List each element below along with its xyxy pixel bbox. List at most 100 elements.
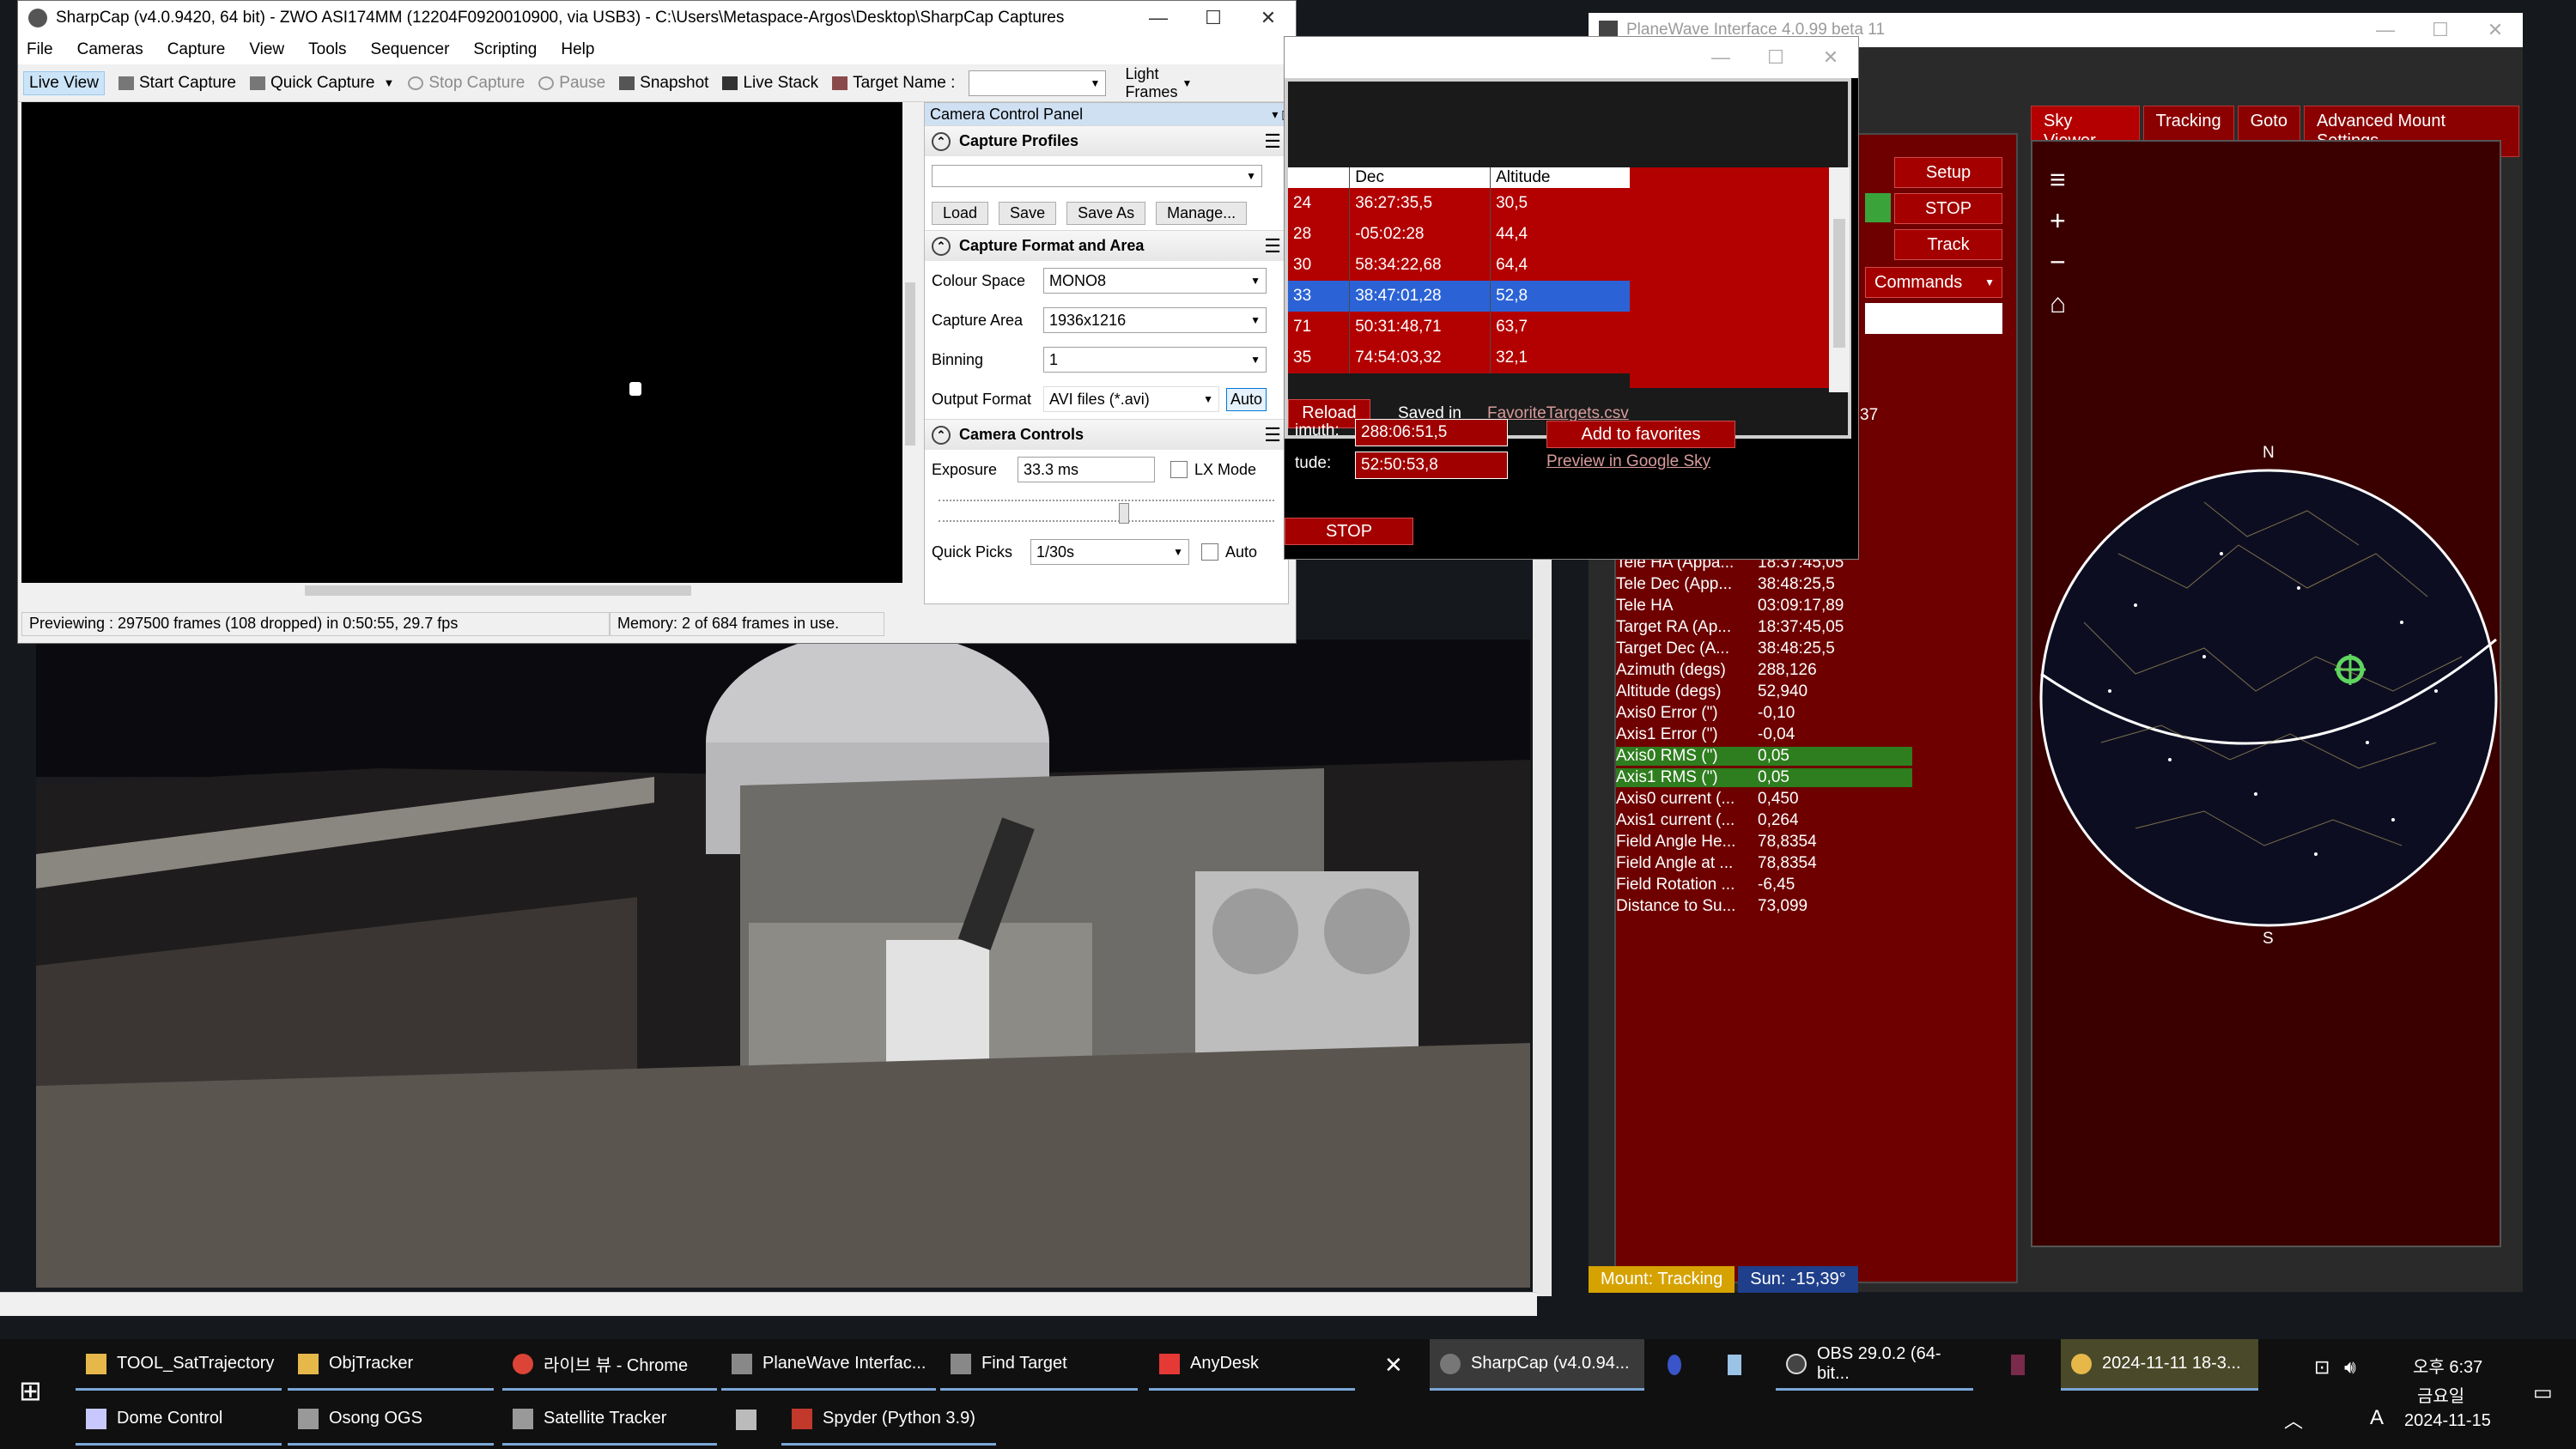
target-name-combo[interactable]: ▼: [969, 70, 1107, 96]
maximize-button[interactable]: ☐: [1186, 7, 1241, 29]
auto-exposure-checkbox[interactable]: [1201, 543, 1218, 561]
menu-view[interactable]: View: [249, 40, 284, 59]
taskbar-item-app1[interactable]: [1657, 1339, 1692, 1391]
taskbar-item-tool-sattrajectory[interactable]: TOOL_SatTrajectory: [76, 1339, 282, 1391]
camera-controls-header[interactable]: ⌃ Camera Controls ☰: [925, 419, 1288, 450]
clock-date[interactable]: 2024-11-15: [2404, 1411, 2491, 1431]
save-as-button[interactable]: Save As: [1066, 201, 1146, 225]
quick-picks-combo[interactable]: 1/30s ▼: [1030, 539, 1189, 565]
clock-day[interactable]: 금요일: [2417, 1382, 2464, 1407]
add-to-favorites-button[interactable]: Add to favorites: [1546, 421, 1735, 448]
table-row[interactable]: 30 58:34:22,68 64,4: [1288, 250, 1631, 281]
taskbar-item-dome-control[interactable]: Dome Control: [76, 1394, 282, 1446]
start-capture-button[interactable]: Start Capture: [118, 74, 236, 93]
volume-icon[interactable]: 🔊︎: [2344, 1356, 2356, 1379]
quick-capture-button[interactable]: Quick Capture ▼: [249, 74, 394, 93]
minimize-button[interactable]: —: [1693, 46, 1748, 69]
goto-stop-button[interactable]: STOP: [1285, 518, 1413, 545]
taskbar-item-osong-ogs[interactable]: Osong OGS: [288, 1394, 494, 1446]
altitude-field[interactable]: 52:50:53,8: [1355, 452, 1508, 479]
taskbar-item-camera[interactable]: [726, 1394, 769, 1446]
track-button[interactable]: Track: [1894, 229, 2002, 260]
lx-mode-checkbox[interactable]: [1170, 461, 1188, 478]
sharpcap-titlebar[interactable]: SharpCap (v4.0.9420, 64 bit) - ZWO ASI17…: [18, 1, 1296, 35]
taskbar-item-chrome[interactable]: 라이브 뷰 - Chrome: [502, 1339, 717, 1391]
taskbar-item-anydesk[interactable]: AnyDesk: [1149, 1339, 1355, 1391]
azimuth-field[interactable]: 288:06:51,5: [1355, 419, 1508, 446]
output-format-combo[interactable]: AVI files (*.avi) ▼: [1043, 386, 1219, 412]
colour-space-combo[interactable]: MONO8 ▼: [1043, 268, 1267, 294]
sky-viewer[interactable]: ≡ + − ⌂ N S: [2031, 140, 2501, 1247]
network-icon[interactable]: ⊡: [2314, 1356, 2330, 1379]
capture-format-header[interactable]: ⌃ Capture Format and Area ☰: [925, 230, 1288, 261]
profile-combo[interactable]: ▼: [932, 165, 1262, 187]
snapshot-button[interactable]: Snapshot: [619, 74, 708, 93]
start-button[interactable]: ⊞: [9, 1365, 60, 1416]
command-input[interactable]: [1865, 303, 2002, 334]
menu-capture[interactable]: Capture: [167, 40, 226, 59]
chevron-up-icon[interactable]: ︿: [2284, 1406, 2303, 1434]
taskbar-item-satellite-tracker[interactable]: Satellite Tracker: [502, 1394, 717, 1446]
menu-icon[interactable]: ☰: [1264, 424, 1281, 446]
table-row[interactable]: 24 36:27:35,5 30,5: [1288, 188, 1631, 219]
close-button[interactable]: ✕: [1803, 46, 1858, 69]
camera-preview[interactable]: [21, 102, 906, 598]
taskbar-item-recording[interactable]: 2024-11-11 18-3...: [2061, 1339, 2258, 1391]
col-ra[interactable]: [1288, 167, 1351, 188]
menu-icon[interactable]: ☰: [1264, 130, 1281, 153]
frame-type-combo[interactable]: Light Frames ▼: [1120, 65, 1197, 100]
menu-sequencer[interactable]: Sequencer: [371, 40, 450, 59]
preview-hscroll[interactable]: [21, 583, 906, 598]
col-dec[interactable]: Dec: [1349, 167, 1492, 188]
auto-format-button[interactable]: Auto: [1226, 387, 1267, 411]
menu-cameras[interactable]: Cameras: [77, 40, 143, 59]
stop-capture-button[interactable]: Stop Capture: [408, 74, 525, 93]
taskbar-item-planewave[interactable]: PlaneWave Interfac...: [721, 1339, 936, 1391]
preview-vscroll[interactable]: [902, 102, 918, 583]
save-button[interactable]: Save: [999, 201, 1057, 225]
slider-thumb[interactable]: [1119, 503, 1129, 524]
menu-tools[interactable]: Tools: [308, 40, 346, 59]
exposure-input[interactable]: 33.3 ms: [1018, 457, 1155, 482]
webcam-vertical-scrollbar[interactable]: [1533, 549, 1552, 1296]
menu-scripting[interactable]: Scripting: [473, 40, 537, 59]
menu-help[interactable]: Help: [561, 40, 594, 59]
taskbar-item-objtracker[interactable]: ObjTracker: [288, 1339, 494, 1391]
minimize-button[interactable]: —: [2358, 19, 2413, 41]
exposure-slider[interactable]: [939, 489, 1274, 532]
taskbar-item-find-target[interactable]: Find Target: [940, 1339, 1138, 1391]
sky-map[interactable]: [2032, 142, 2503, 1249]
clock-time[interactable]: 오후 6:37: [2413, 1353, 2482, 1378]
load-button[interactable]: Load: [932, 201, 989, 225]
notification-icon[interactable]: ▭: [2533, 1380, 2553, 1405]
binning-combo[interactable]: 1 ▼: [1043, 347, 1267, 373]
favorites-table[interactable]: Dec Altitude 24 36:27:35,5 30,5 28 -05:02:28…: [1288, 167, 1631, 373]
live-stack-button[interactable]: Live Stack: [722, 74, 818, 93]
taskbar-item-spyder[interactable]: Spyder (Python 3.9): [781, 1394, 996, 1446]
setup-button[interactable]: Setup: [1894, 157, 2002, 188]
table-row[interactable]: 71 50:31:48,71 63,7: [1288, 312, 1631, 343]
table-row[interactable]: 28 -05:02:28 44,4: [1288, 219, 1631, 250]
manage-button[interactable]: Manage...: [1156, 201, 1248, 225]
close-button[interactable]: ✕: [2468, 19, 2523, 41]
close-button[interactable]: ✕: [1241, 7, 1296, 29]
menu-file[interactable]: File: [27, 40, 53, 59]
chevron-down-icon[interactable]: ▼: [383, 76, 394, 89]
table-vscroll[interactable]: [1829, 167, 1850, 392]
commands-dropdown[interactable]: Commands ▼: [1865, 267, 2002, 298]
google-sky-link[interactable]: Preview in Google Sky: [1546, 452, 1710, 471]
minimize-button[interactable]: —: [1131, 7, 1186, 29]
webcam-horizontal-scrollbar[interactable]: [0, 1292, 1537, 1316]
taskbar-item-app3[interactable]: [2001, 1339, 2035, 1391]
mount-stop-button[interactable]: STOP: [1894, 193, 2002, 224]
taskbar-item-app2[interactable]: [1717, 1339, 1752, 1391]
capture-area-combo[interactable]: 1936x1216 ▼: [1043, 307, 1267, 333]
live-view-button[interactable]: Live View: [23, 70, 105, 95]
pause-button[interactable]: Pause: [538, 74, 605, 93]
capture-profiles-header[interactable]: ⌃ Capture Profiles ☰: [925, 125, 1288, 156]
table-row[interactable]: 35 74:54:03,32 32,1: [1288, 343, 1631, 373]
taskbar-item-obs[interactable]: OBS 29.0.2 (64-bit...: [1776, 1339, 1973, 1391]
col-altitude[interactable]: Altitude: [1490, 167, 1631, 188]
taskbar-item-sharpcap[interactable]: SharpCap (v4.0.94...: [1430, 1339, 1644, 1391]
table-row[interactable]: 33 38:47:01,28 52,8: [1288, 281, 1631, 312]
